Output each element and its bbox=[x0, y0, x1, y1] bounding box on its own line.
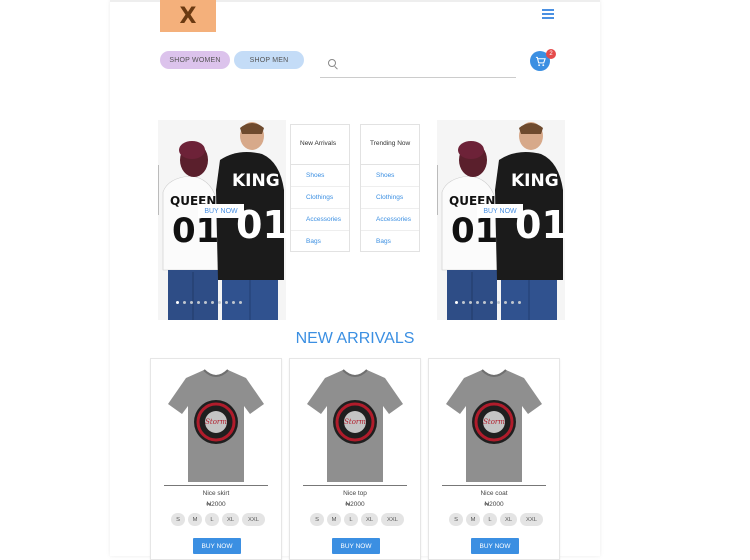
hero-slide-right[interactable]: BUY NOW bbox=[437, 120, 565, 320]
carousel-dot[interactable] bbox=[232, 301, 235, 304]
product-name: Nice coat bbox=[480, 490, 508, 497]
product-name: Nice skirt bbox=[202, 490, 230, 497]
size-option[interactable]: XXL bbox=[381, 513, 404, 526]
size-option[interactable]: XXL bbox=[520, 513, 543, 526]
size-options: S M L XL XXL bbox=[171, 513, 265, 526]
size-option[interactable]: M bbox=[327, 513, 341, 526]
category-link[interactable]: Bags bbox=[361, 231, 419, 252]
hamburger-icon[interactable] bbox=[542, 9, 554, 19]
carousel-dot[interactable] bbox=[218, 301, 221, 304]
cart-count-badge: 2 bbox=[546, 49, 556, 59]
product-name: Nice top bbox=[343, 490, 367, 497]
hero-buy-now-button[interactable]: BUY NOW bbox=[477, 204, 523, 218]
carousel-dot[interactable] bbox=[239, 301, 242, 304]
carousel-dot[interactable] bbox=[490, 301, 493, 304]
buy-now-button[interactable]: BUY NOW bbox=[471, 538, 519, 554]
size-option[interactable]: S bbox=[449, 513, 463, 526]
carousel-dot[interactable] bbox=[190, 301, 193, 304]
category-card-trending-now: Trending Now Shoes Clothings Accessories… bbox=[360, 124, 420, 252]
carousel-dot[interactable] bbox=[497, 301, 500, 304]
shop-men-button[interactable]: SHOP MEN bbox=[234, 51, 304, 69]
logo-text: X bbox=[179, 3, 197, 29]
carousel-dot[interactable] bbox=[204, 301, 207, 304]
carousel-dot[interactable] bbox=[476, 301, 479, 304]
carousel-dots bbox=[176, 301, 242, 304]
hero-slide-left[interactable]: BUY NOW bbox=[158, 120, 286, 320]
section-title: NEW ARRIVALS bbox=[295, 330, 415, 347]
product-card[interactable]: Nice top ₦2000 S M L XL XXL BUY NOW bbox=[289, 358, 421, 560]
carousel-dot[interactable] bbox=[469, 301, 472, 304]
slide-edge bbox=[437, 165, 438, 215]
hero-image bbox=[437, 120, 565, 320]
category-link[interactable]: Accessories bbox=[291, 209, 349, 231]
page: X SHOP WOMEN SHOP MEN 2 BUY NOW New Arri… bbox=[110, 0, 600, 560]
divider bbox=[303, 485, 407, 486]
product-price: ₦2000 bbox=[206, 501, 226, 508]
slide-edge bbox=[158, 165, 159, 215]
search-input[interactable] bbox=[342, 55, 516, 75]
buy-now-button[interactable]: BUY NOW bbox=[193, 538, 241, 554]
carousel-dot[interactable] bbox=[176, 301, 179, 304]
search-icon bbox=[328, 59, 336, 67]
category-title: Trending Now bbox=[361, 125, 419, 165]
carousel-dot[interactable] bbox=[183, 301, 186, 304]
carousel-dot[interactable] bbox=[511, 301, 514, 304]
category-link[interactable]: Accessories bbox=[361, 209, 419, 231]
category-link[interactable]: Shoes bbox=[291, 165, 349, 187]
size-option[interactable]: XXL bbox=[242, 513, 265, 526]
carousel-dot[interactable] bbox=[197, 301, 200, 304]
size-option[interactable]: XL bbox=[361, 513, 378, 526]
category-link[interactable]: Clothings bbox=[361, 187, 419, 209]
shop-women-button[interactable]: SHOP WOMEN bbox=[160, 51, 230, 69]
product-image bbox=[444, 368, 544, 484]
category-title: New Arrivals bbox=[291, 125, 349, 165]
size-option[interactable]: L bbox=[483, 513, 497, 526]
hero-buy-now-button[interactable]: BUY NOW bbox=[198, 204, 244, 218]
size-option[interactable]: M bbox=[188, 513, 202, 526]
size-options: S M L XL XXL bbox=[310, 513, 404, 526]
carousel-dot[interactable] bbox=[225, 301, 228, 304]
size-options: S M L XL XXL bbox=[449, 513, 543, 526]
carousel-dot[interactable] bbox=[483, 301, 486, 304]
category-link[interactable]: Clothings bbox=[291, 187, 349, 209]
size-option[interactable]: S bbox=[310, 513, 324, 526]
carousel-dot[interactable] bbox=[455, 301, 458, 304]
size-option[interactable]: XL bbox=[500, 513, 517, 526]
size-option[interactable]: L bbox=[344, 513, 358, 526]
size-option[interactable]: S bbox=[171, 513, 185, 526]
product-price: ₦2000 bbox=[484, 501, 504, 508]
product-image bbox=[305, 368, 405, 484]
divider bbox=[164, 485, 268, 486]
size-option[interactable]: XL bbox=[222, 513, 239, 526]
product-card[interactable]: Nice skirt ₦2000 S M L XL XXL BUY NOW bbox=[150, 358, 282, 560]
category-card-new-arrivals: New Arrivals Shoes Clothings Accessories… bbox=[290, 124, 350, 252]
cart-icon bbox=[535, 56, 546, 66]
product-image bbox=[166, 368, 266, 484]
search-bar bbox=[320, 52, 516, 78]
product-price: ₦2000 bbox=[345, 501, 365, 508]
product-card[interactable]: Nice coat ₦2000 S M L XL XXL BUY NOW bbox=[428, 358, 560, 560]
size-option[interactable]: M bbox=[466, 513, 480, 526]
carousel-dot[interactable] bbox=[518, 301, 521, 304]
category-link[interactable]: Shoes bbox=[361, 165, 419, 187]
carousel-dot[interactable] bbox=[211, 301, 214, 304]
size-option[interactable]: L bbox=[205, 513, 219, 526]
category-link[interactable]: Bags bbox=[291, 231, 349, 252]
buy-now-button[interactable]: BUY NOW bbox=[332, 538, 380, 554]
hero-image bbox=[158, 120, 286, 320]
logo[interactable]: X bbox=[160, 0, 216, 32]
carousel-dots bbox=[455, 301, 521, 304]
divider bbox=[442, 485, 546, 486]
carousel-dot[interactable] bbox=[462, 301, 465, 304]
carousel-dot[interactable] bbox=[504, 301, 507, 304]
